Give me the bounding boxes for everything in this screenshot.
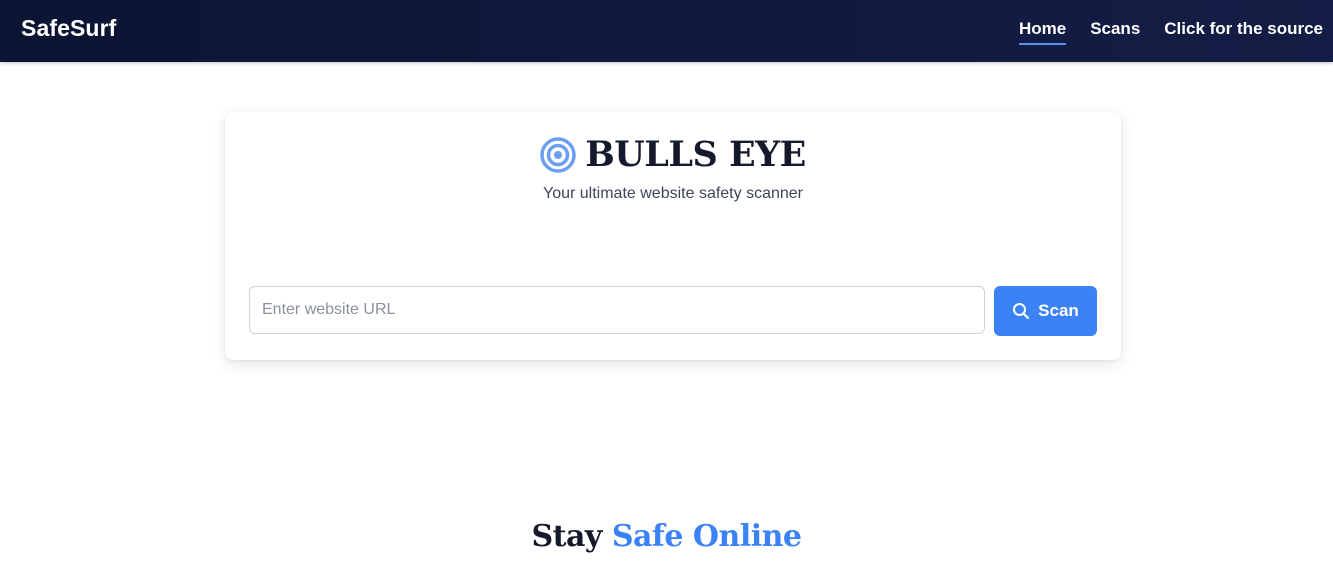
nav-link-scans[interactable]: Scans xyxy=(1090,19,1140,45)
nav-links: Home Scans Click for the source xyxy=(995,19,1323,45)
heading-part-safe-online: Safe Online xyxy=(611,519,802,554)
nav-link-source[interactable]: Click for the source xyxy=(1164,19,1323,45)
section-heading: Stay Safe Online xyxy=(0,519,1333,554)
brand-logo[interactable]: SafeSurf xyxy=(21,15,116,42)
scan-button[interactable]: Scan xyxy=(994,286,1097,336)
target-icon xyxy=(540,136,576,173)
top-navbar: SafeSurf Home Scans Click for the source xyxy=(0,0,1333,62)
app-subtitle: Your ultimate website safety scanner xyxy=(543,185,803,202)
url-input[interactable] xyxy=(249,286,985,334)
app-title: BULLS EYE xyxy=(585,134,806,175)
nav-link-home[interactable]: Home xyxy=(1018,19,1067,45)
scan-button-label: Scan xyxy=(1038,301,1079,320)
scanner-card: BULLS EYE Your ultimate website safety s… xyxy=(225,112,1121,360)
title-row: BULLS EYE xyxy=(225,134,1121,175)
heading-part-stay: Stay xyxy=(531,519,602,554)
search-icon xyxy=(1012,302,1030,320)
